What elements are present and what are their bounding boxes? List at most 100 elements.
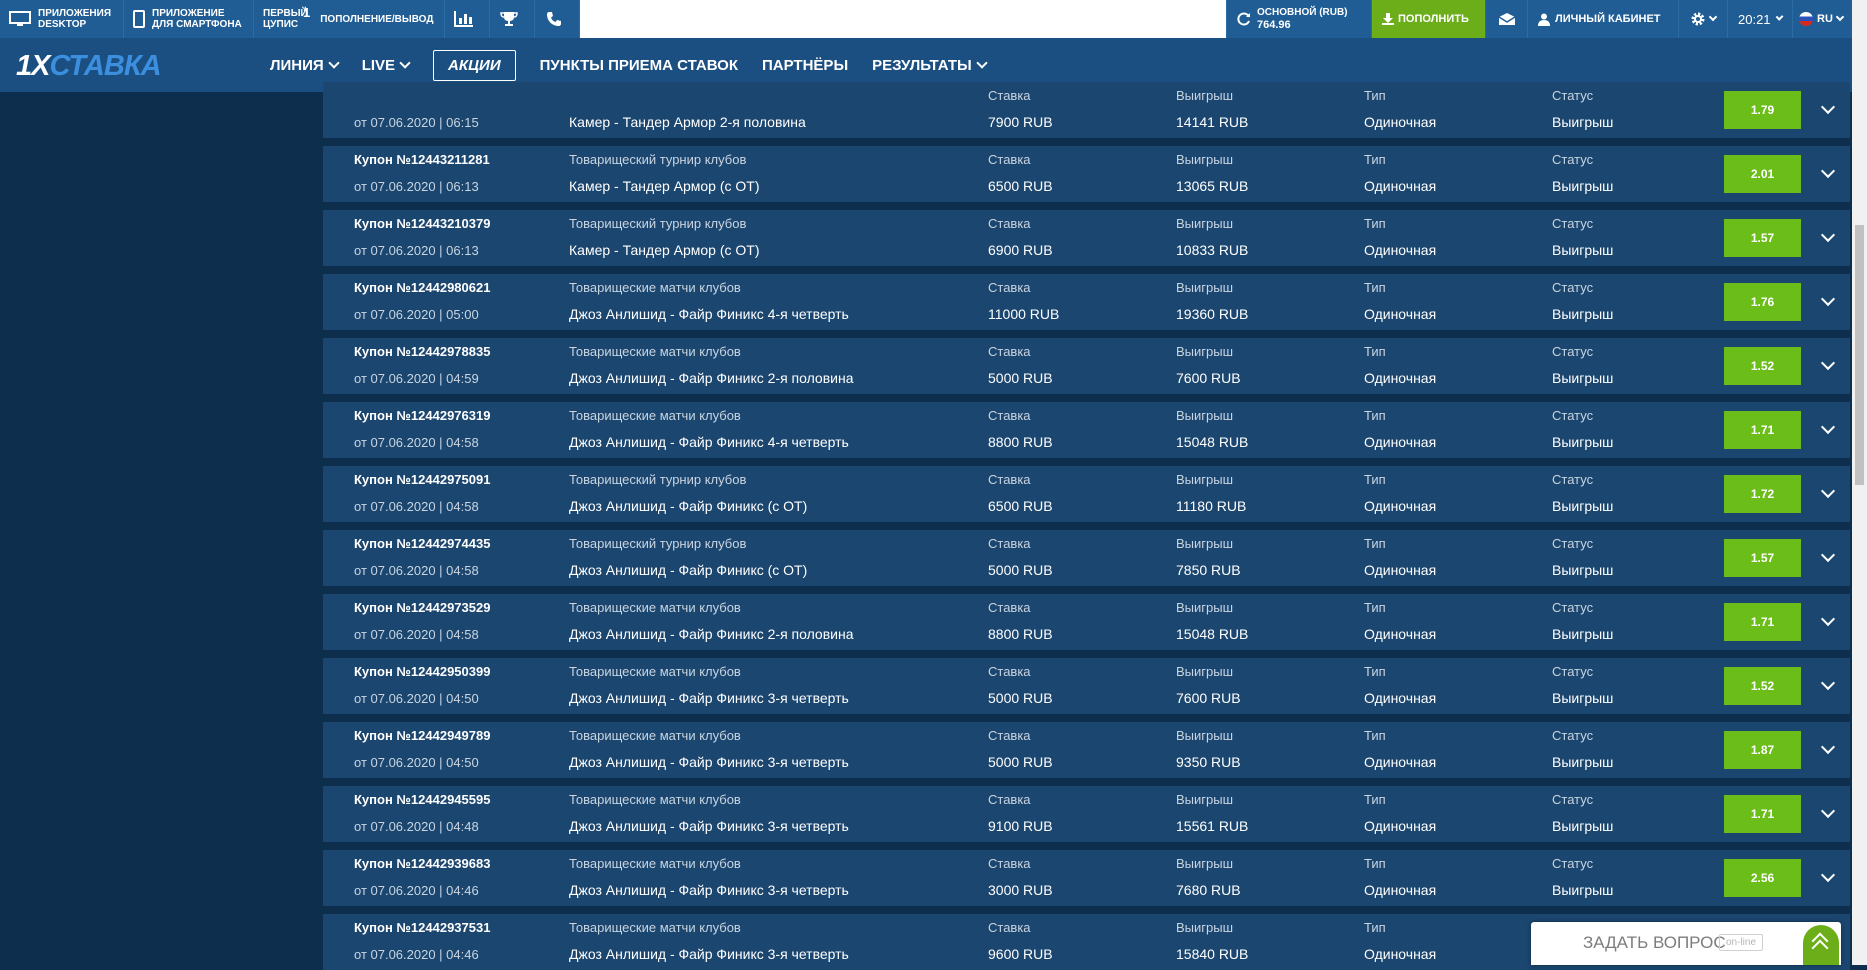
trophy-button[interactable] xyxy=(490,0,536,38)
balance-widget[interactable]: Основной (RUB) 764.96 xyxy=(1226,0,1371,38)
nav-live[interactable]: LIVE xyxy=(362,57,411,74)
event-name: Камер - Тандер Армор (с ОТ) xyxy=(569,178,760,194)
stake-label: Ставка xyxy=(988,408,1031,423)
ask-question-widget[interactable]: ЗАДАТЬ ВОПРОС on-line xyxy=(1531,922,1841,965)
type-value: Одиночная xyxy=(1364,498,1437,514)
bet-date: от 07.06.2020 | 04:59 xyxy=(354,371,479,386)
stats-button[interactable] xyxy=(445,0,491,38)
stake-value: 6500 RUB xyxy=(988,178,1053,194)
chevron-down-icon[interactable] xyxy=(1820,611,1836,627)
tournament-name: Товарищеские матчи клубов xyxy=(569,344,741,359)
bet-row[interactable]: Купон №12442949789 от 07.06.2020 | 04:50 Т… xyxy=(323,722,1850,778)
apps-mobile-link[interactable]: Приложение для смартфона xyxy=(124,0,254,38)
bet-row[interactable]: Купон №12442974435 от 07.06.2020 | 04:58 Т… xyxy=(323,530,1850,586)
chevron-down-icon[interactable] xyxy=(1820,163,1836,179)
time-selector[interactable]: 20:21 xyxy=(1727,0,1792,38)
deposit-label: Пополнить xyxy=(1398,13,1469,25)
status-label: Статус xyxy=(1552,280,1594,295)
scrollbar-thumb[interactable] xyxy=(1855,225,1864,485)
chevron-down-icon[interactable] xyxy=(1820,355,1836,371)
status-label: Статус xyxy=(1552,344,1594,359)
bet-row[interactable]: Купон №12442978835 от 07.06.2020 | 04:59 Т… xyxy=(323,338,1850,394)
chevron-down-icon[interactable] xyxy=(1820,547,1836,563)
settings-button[interactable] xyxy=(1678,0,1727,38)
chevron-down-icon[interactable] xyxy=(1820,291,1836,307)
coupon-number: Купон №12442976319 xyxy=(354,408,491,423)
odds-badge: 1.76 xyxy=(1724,283,1801,321)
coupon-number: Купон №12442978835 xyxy=(354,344,491,359)
tournament-name: Товарищеский турнир клубов xyxy=(569,472,747,487)
envelope-icon xyxy=(1498,13,1515,25)
stake-value: 9600 RUB xyxy=(988,946,1053,962)
deposit-button[interactable]: Пополнить xyxy=(1371,0,1485,38)
status-label: Статус xyxy=(1552,728,1594,743)
coupon-number: Купон №12443210379 xyxy=(354,216,491,231)
nav-points[interactable]: ПУНКТЫ ПРИЕМА СТАВОК xyxy=(540,57,738,74)
cupis-link[interactable]: Первый ЦУПИС 1 Пополнение/Вывод xyxy=(254,0,446,38)
status-label: Статус xyxy=(1552,792,1594,807)
bet-date: от 07.06.2020 | 04:50 xyxy=(354,755,479,770)
event-name: Джоз Анлишид - Файр Финикс 2-я половина xyxy=(569,370,854,386)
nav-partners[interactable]: ПАРТНЁРЫ xyxy=(762,57,848,74)
bet-row[interactable]: Купон №12442973529 от 07.06.2020 | 04:58 Т… xyxy=(323,594,1850,650)
event-name: Джоз Анлишид - Файр Финикс 3-я четверть xyxy=(569,754,849,770)
bet-row[interactable]: Купон №12442980621 от 07.06.2020 | 05:00 Т… xyxy=(323,274,1850,330)
event-name: Джоз Анлишид - Файр Финикс 3-я четверть xyxy=(569,882,849,898)
messages-button[interactable] xyxy=(1485,0,1527,38)
event-name: Джоз Анлишид - Файр Финикс 4-я четверть xyxy=(569,306,849,322)
language-selector[interactable]: RU xyxy=(1792,0,1852,38)
status-value: Выигрыш xyxy=(1552,882,1614,898)
bet-row[interactable]: Купон №12442939683 от 07.06.2020 | 04:46 Т… xyxy=(323,850,1850,906)
type-value: Одиночная xyxy=(1364,114,1437,130)
type-label: Тип xyxy=(1364,472,1386,487)
chevron-down-icon[interactable] xyxy=(1820,867,1836,883)
status-value: Выигрыш xyxy=(1552,562,1614,578)
bet-row[interactable]: Купон №12443211281 от 07.06.2020 | 06:13 Т… xyxy=(323,146,1850,202)
bet-row[interactable]: Купон №12442945595 от 07.06.2020 | 04:48 Т… xyxy=(323,786,1850,842)
chevron-down-icon[interactable] xyxy=(1820,675,1836,691)
stake-label: Ставка xyxy=(988,344,1031,359)
bet-row[interactable]: Купон №12442975091 от 07.06.2020 | 04:58 Т… xyxy=(323,466,1850,522)
bet-row[interactable]: от 07.06.2020 | 06:15 Камер - Тандер Армо… xyxy=(323,82,1850,138)
win-value: 7600 RUB xyxy=(1176,370,1241,386)
chevron-down-icon[interactable] xyxy=(1820,739,1836,755)
bet-date: от 07.06.2020 | 04:50 xyxy=(354,691,479,706)
chevron-down-icon[interactable] xyxy=(1820,419,1836,435)
win-value: 10833 RUB xyxy=(1176,242,1249,258)
nav-results[interactable]: РЕЗУЛЬТАТЫ xyxy=(872,57,988,74)
odds-badge: 1.71 xyxy=(1724,411,1801,449)
apps-desktop-link[interactable]: Приложения DESKTOP xyxy=(0,0,124,38)
logo[interactable]: 1XСТАВКА xyxy=(16,50,162,83)
bet-row[interactable]: Купон №12443210379 от 07.06.2020 | 06:13 Т… xyxy=(323,210,1850,266)
win-value: 19360 RUB xyxy=(1176,306,1249,322)
chevron-down-icon[interactable] xyxy=(1820,803,1836,819)
type-label: Тип xyxy=(1364,152,1386,167)
phone-button[interactable] xyxy=(535,0,581,38)
win-label: Выигрыш xyxy=(1176,152,1234,167)
page-scrollbar[interactable] xyxy=(1852,0,1867,965)
chevron-down-icon xyxy=(1775,12,1784,22)
chevron-down-icon xyxy=(399,57,411,69)
win-value: 14141 RUB xyxy=(1176,114,1249,130)
chevron-down-icon[interactable] xyxy=(1820,483,1836,499)
stake-label: Ставка xyxy=(988,536,1031,551)
nav-line[interactable]: ЛИНИЯ xyxy=(270,57,340,74)
win-value: 7680 RUB xyxy=(1176,882,1241,898)
chevron-down-icon[interactable] xyxy=(1820,227,1836,243)
win-label: Выигрыш xyxy=(1176,856,1234,871)
event-name: Джоз Анлишид - Файр Финикс 4-я четверть xyxy=(569,434,849,450)
chevron-down-icon[interactable] xyxy=(1820,99,1836,115)
tournament-name: Товарищеские матчи клубов xyxy=(569,280,741,295)
odds-badge: 1.52 xyxy=(1724,667,1801,705)
status-value: Выигрыш xyxy=(1552,178,1614,194)
bet-row[interactable]: Купон №12442950399 от 07.06.2020 | 04:50 Т… xyxy=(323,658,1850,714)
type-value: Одиночная xyxy=(1364,434,1437,450)
nav-promos[interactable]: АКЦИИ xyxy=(433,49,516,81)
ask-expand-button[interactable] xyxy=(1803,925,1839,965)
type-label: Тип xyxy=(1364,408,1386,423)
bet-row[interactable]: Купон №12442976319 от 07.06.2020 | 04:58 Т… xyxy=(323,402,1850,458)
cabinet-button[interactable]: Личный кабинет xyxy=(1527,0,1678,38)
logo-part2: СТАВКА xyxy=(49,50,161,82)
deposit-withdraw-label: Пополнение/Вывод xyxy=(320,13,434,25)
win-label: Выигрыш xyxy=(1176,472,1234,487)
